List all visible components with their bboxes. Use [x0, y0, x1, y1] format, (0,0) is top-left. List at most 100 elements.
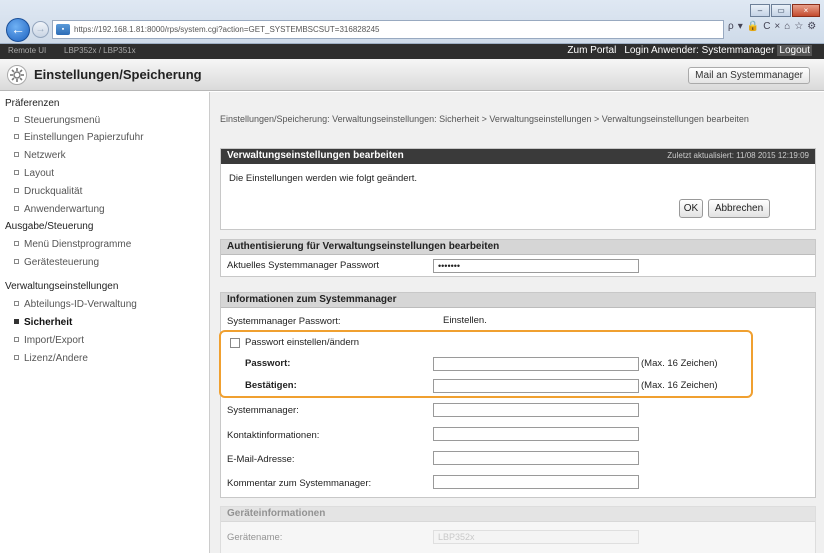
- refresh-icon[interactable]: C: [763, 21, 772, 32]
- device-info-panel: Geräteinformationen Gerätename: LBP352x: [220, 506, 816, 553]
- login-user-text: Login Anwender: Systemmanager: [624, 45, 775, 56]
- sidebar-item-label: Abteilungs-ID-Verwaltung: [24, 299, 137, 310]
- window-controls: – ▭ ×: [749, 4, 820, 17]
- sidebar-item-label: Import/Export: [24, 335, 85, 346]
- star-icon[interactable]: ☆: [794, 21, 805, 32]
- settings-gear-icon: [7, 65, 27, 85]
- manager-password-status: Einstellen.: [443, 315, 487, 326]
- last-updated-text: Zuletzt aktualisiert: 11/08 2015 12:19:0…: [667, 151, 809, 160]
- highlight-box: [219, 330, 753, 398]
- sidebar-category-preferences[interactable]: Präferenzen: [5, 98, 59, 109]
- device-name-label: Gerätename:: [227, 532, 283, 543]
- main-content: Einstellungen/Speicherung: Verwaltungsei…: [210, 92, 824, 553]
- sidebar-item-label: Druckqualität: [24, 186, 83, 197]
- device-info-header: Geräteinformationen: [221, 507, 815, 522]
- dropdown-icon[interactable]: ▾: [738, 21, 745, 32]
- site-icon: ▪: [56, 24, 70, 35]
- email-label: E-Mail-Adresse:: [227, 454, 295, 465]
- bullet-icon: [14, 241, 19, 246]
- edit-panel-header: Verwaltungseinstellungen bearbeiten Zule…: [221, 149, 815, 164]
- sidebar-item[interactable]: Netzwerk: [14, 150, 66, 161]
- sidebar-item[interactable]: Gerätesteuerung: [14, 257, 99, 268]
- sidebar-item[interactable]: Anwenderwartung: [14, 204, 105, 215]
- stop-icon[interactable]: ×: [774, 21, 782, 32]
- sidebar-category-output[interactable]: Ausgabe/Steuerung: [5, 221, 93, 232]
- close-window-button[interactable]: ×: [792, 4, 820, 17]
- home-icon[interactable]: ⌂: [784, 21, 792, 32]
- comment-field[interactable]: [433, 475, 639, 489]
- bullet-icon: [14, 152, 19, 157]
- bullet-icon: [14, 188, 19, 193]
- sidebar-item-label: Anwenderwartung: [24, 204, 105, 215]
- minimize-button[interactable]: –: [750, 4, 770, 17]
- edit-panel: Verwaltungseinstellungen bearbeiten Zule…: [220, 148, 816, 230]
- sidebar-item[interactable]: Einstellungen Papierzufuhr: [14, 132, 144, 143]
- sidebar-item-security[interactable]: Sicherheit: [14, 317, 72, 328]
- forward-arrow-icon[interactable]: →: [32, 21, 49, 38]
- contact-label: Kontaktinformationen:: [227, 430, 320, 441]
- sidebar-item[interactable]: Lizenz/Andere: [14, 353, 88, 364]
- sidebar-item-label: Einstellungen Papierzufuhr: [24, 132, 144, 143]
- auth-panel-header: Authentisierung für Verwaltungseinstellu…: [221, 240, 815, 255]
- title-bar: Einstellungen/Speicherung Mail an System…: [0, 59, 824, 91]
- sidebar-item[interactable]: Abteilungs-ID-Verwaltung: [14, 299, 137, 310]
- sidebar-item-label: Steuerungsmenü: [24, 115, 101, 126]
- bullet-icon: [14, 134, 19, 139]
- device-info-title: Geräteinformationen: [227, 508, 326, 519]
- current-password-field[interactable]: •••••••: [433, 259, 639, 273]
- browser-toolbar: ρ ▾ 🔒 C × ⌂ ☆ ⚙: [728, 21, 820, 32]
- bullet-icon: [14, 301, 19, 306]
- browser-chrome: – ▭ × ← → ▪ https://192.168.1.81:8000/rp…: [0, 0, 824, 44]
- cancel-button[interactable]: Abbrechen: [708, 199, 770, 218]
- contact-field[interactable]: [433, 427, 639, 441]
- breadcrumb: Einstellungen/Speicherung: Verwaltungsei…: [220, 114, 749, 124]
- bullet-icon: [14, 259, 19, 264]
- sidebar-item-label: Sicherheit: [24, 317, 73, 328]
- maximize-button[interactable]: ▭: [771, 4, 791, 17]
- sidebar-item[interactable]: Menü Dienstprogramme: [14, 239, 131, 250]
- bullet-icon: [14, 117, 19, 122]
- sidebar-item-label: Netzwerk: [24, 150, 66, 161]
- status-message: Die Einstellungen werden wie folgt geänd…: [229, 173, 418, 184]
- sidebar-item[interactable]: Steuerungsmenü: [14, 115, 100, 126]
- sidebar-item-label: Lizenz/Andere: [24, 353, 88, 364]
- bullet-icon: [14, 355, 19, 360]
- comment-label: Kommentar zum Systemmanager:: [227, 478, 372, 489]
- sidebar-item-label: Layout: [24, 168, 55, 179]
- logout-link[interactable]: Logout: [777, 45, 812, 56]
- search-icon[interactable]: ρ: [728, 21, 736, 32]
- auth-panel-title: Authentisierung für Verwaltungseinstellu…: [227, 241, 500, 252]
- auth-panel: Authentisierung für Verwaltungseinstellu…: [220, 239, 816, 277]
- manager-password-label: Systemmanager Passwort:: [227, 316, 341, 327]
- edit-panel-title: Verwaltungseinstellungen bearbeiten: [227, 150, 404, 161]
- sidebar-category-admin[interactable]: Verwaltungseinstellungen: [5, 281, 118, 292]
- sidebar-item-label: Menü Dienstprogramme: [24, 239, 132, 250]
- bullet-icon: [14, 337, 19, 342]
- current-password-label: Aktuelles Systemmanager Passwort: [227, 260, 380, 271]
- manager-name-field[interactable]: [433, 403, 639, 417]
- manager-info-title: Informationen zum Systemmanager: [227, 294, 397, 305]
- sidebar-item[interactable]: Import/Export: [14, 335, 84, 346]
- lock-icon[interactable]: 🔒: [747, 21, 761, 32]
- sidebar-item-label: Gerätesteuerung: [24, 257, 100, 268]
- page-title: Einstellungen/Speicherung: [34, 67, 202, 82]
- sidebar-item[interactable]: Layout: [14, 168, 54, 179]
- manager-info-header: Informationen zum Systemmanager: [221, 293, 815, 308]
- sidebar-item[interactable]: Druckqualität: [14, 186, 82, 197]
- device-name-field[interactable]: LBP352x: [433, 530, 639, 544]
- mail-admin-button[interactable]: Mail an Systemmanager: [688, 67, 810, 84]
- bullet-icon: [14, 170, 19, 175]
- manager-name-label: Systemmanager:: [227, 405, 299, 416]
- bullet-icon: [14, 319, 19, 324]
- address-bar[interactable]: ▪ https://192.168.1.81:8000/rps/system.c…: [52, 20, 724, 39]
- bullet-icon: [14, 206, 19, 211]
- settings-gear-icon[interactable]: ⚙: [807, 21, 818, 32]
- email-field[interactable]: [433, 451, 639, 465]
- portal-link[interactable]: Zum Portal: [567, 45, 616, 56]
- address-url: https://192.168.1.81:8000/rps/system.cgi…: [74, 25, 380, 34]
- ok-button[interactable]: OK: [679, 199, 703, 218]
- device-name-text: Remote UI: [8, 46, 47, 55]
- sidebar: Präferenzen Steuerungsmenü Einstellungen…: [0, 92, 210, 553]
- back-arrow-icon[interactable]: ←: [6, 18, 30, 42]
- device-model-text: LBP352x / LBP351x: [64, 46, 136, 55]
